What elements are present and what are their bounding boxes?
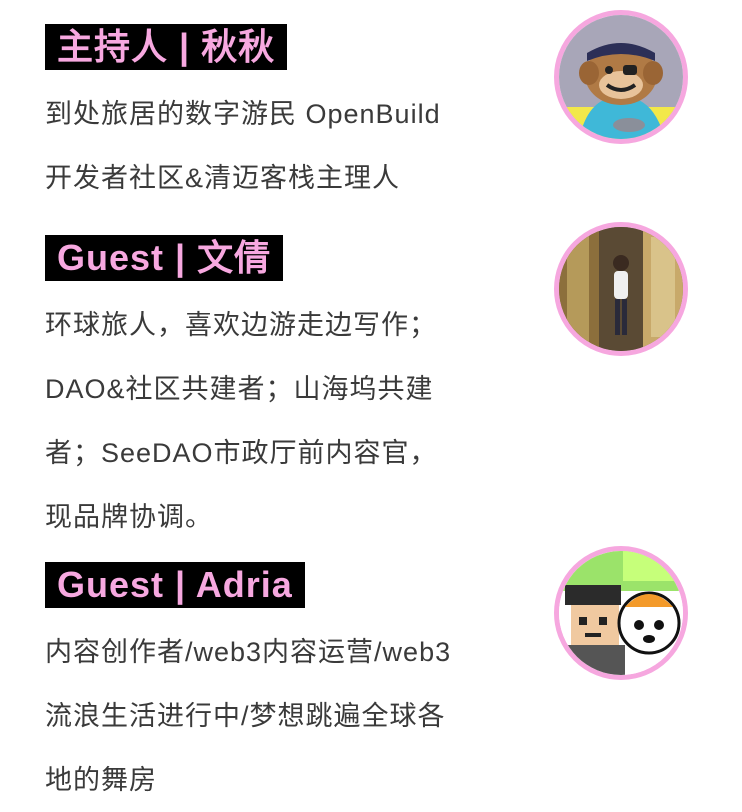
- profile-bio: 到处旅居的数字游民 OpenBuild 开发者社区&清迈客栈主理人: [45, 82, 515, 210]
- bio-line: 开发者社区&清迈客栈主理人: [45, 163, 401, 193]
- bio-line: 者；SeeDAO市政厅前内容官，: [45, 438, 438, 468]
- bio-line: 现品牌协调。: [45, 502, 213, 532]
- pixel-duo-avatar: [554, 546, 688, 680]
- monkey-pirate-avatar: [554, 10, 688, 144]
- temple-photo-avatar: [554, 222, 688, 356]
- bio-line: 到处旅居的数字游民 OpenBuild: [45, 99, 441, 129]
- profile-title: 主持人 | 秋秋: [45, 24, 288, 70]
- profile-bio: 环球旅人，喜欢边游走边写作； DAO&社区共建者；山海坞共建 者；SeeDAO市…: [45, 293, 515, 549]
- bio-line: 环球旅人，喜欢边游走边写作；: [45, 310, 437, 340]
- bio-line: DAO&社区共建者；山海坞共建: [45, 374, 434, 404]
- bio-line: 流浪生活进行中/梦想跳遍全球各: [45, 701, 446, 731]
- bio-line: 地的舞房: [45, 765, 157, 795]
- profile-title: Guest | 文倩: [45, 235, 284, 281]
- bio-line: 内容创作者/web3内容运营/web3: [45, 637, 452, 667]
- profile-bio: 内容创作者/web3内容运营/web3 流浪生活进行中/梦想跳遍全球各 地的舞房: [45, 620, 515, 812]
- profile-title: Guest | Adria: [45, 562, 305, 608]
